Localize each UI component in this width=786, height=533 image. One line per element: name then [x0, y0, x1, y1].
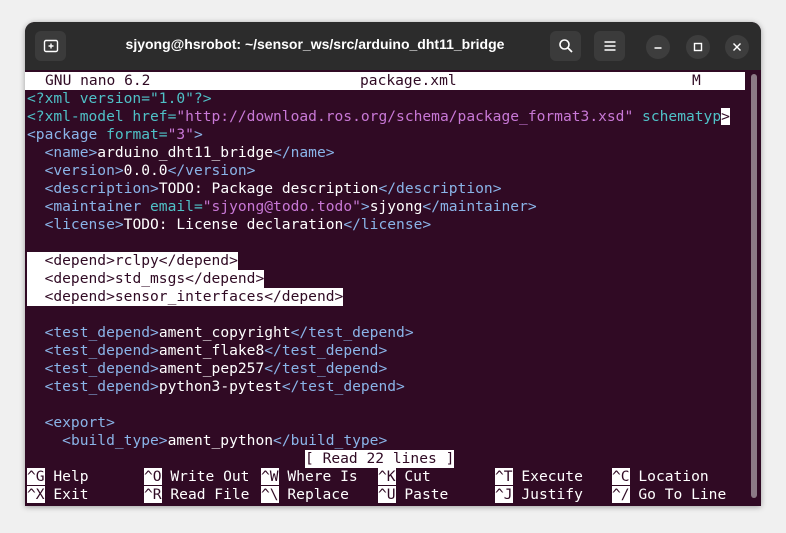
nano-filename: package.xml [360, 72, 457, 89]
menu-button[interactable] [594, 31, 625, 61]
close-icon [733, 43, 741, 51]
code-line-15[interactable]: <test_depend>ament_flake8</test_depend> [27, 342, 388, 360]
code-line-20[interactable]: <build_type>ament_python</build_type> [27, 432, 387, 450]
code-line-4[interactable]: <name>arduino_dht11_bridge</name> [27, 144, 335, 162]
maximize-icon [693, 42, 703, 52]
shortcut-go-to-line[interactable]: ^/ Go To Line [612, 486, 726, 504]
code-line-17[interactable]: <test_depend>python3-pytest</test_depend… [27, 378, 405, 396]
shortcut-read-file[interactable]: ^R Read File [144, 486, 249, 504]
nano-modified-flag: M [692, 72, 701, 89]
shortcut-where-is[interactable]: ^W Where Is [261, 468, 358, 486]
shortcut-execute[interactable]: ^T Execute [495, 468, 583, 486]
minimize-icon [654, 47, 662, 49]
code-line-16[interactable]: <test_depend>ament_pep257</test_depend> [27, 360, 388, 378]
shortcut-paste[interactable]: ^U Paste [378, 486, 448, 504]
code-line-8[interactable]: <license>TODO: License declaration</lice… [27, 216, 432, 234]
code-line-12-selected[interactable]: <depend>sensor_interfaces</depend> [27, 288, 344, 306]
close-button[interactable] [725, 35, 749, 59]
nano-status-message: [ Read 22 lines ] [305, 450, 455, 468]
code-line-14[interactable]: <test_depend>ament_copyright</test_depen… [27, 324, 414, 342]
code-line-19[interactable]: <export> [27, 414, 115, 432]
shortcut-replace[interactable]: ^\ Replace [261, 486, 349, 504]
new-tab-icon [43, 39, 58, 53]
hamburger-menu-icon [604, 41, 615, 51]
shortcut-justify[interactable]: ^J Justify [495, 486, 583, 504]
code-line-5[interactable]: <version>0.0.0</version> [27, 162, 256, 180]
nano-version: GNU nano 6.2 [45, 72, 151, 89]
shortcut-help[interactable]: ^G Help [27, 468, 89, 486]
code-line-7[interactable]: <maintainer email="sjyong@todo.todo">sjy… [27, 198, 537, 216]
text-cursor: > [721, 108, 730, 125]
new-tab-button[interactable] [35, 31, 66, 61]
search-icon [558, 39, 573, 53]
shortcut-write-out[interactable]: ^O Write Out [144, 468, 249, 486]
code-line-2[interactable]: <?xml-model href="http://download.ros.or… [27, 108, 730, 126]
shortcut-location[interactable]: ^C Location [612, 468, 709, 486]
terminal-area[interactable]: GNU nano 6.2 package.xml M <?xml version… [25, 70, 761, 506]
maximize-button[interactable] [686, 35, 710, 59]
search-button[interactable] [550, 31, 581, 61]
code-line-3[interactable]: <package format="3"> [27, 126, 203, 144]
shortcut-cut[interactable]: ^K Cut [378, 468, 431, 486]
nano-header-bar: GNU nano 6.2 package.xml M [25, 72, 745, 90]
scrollbar[interactable] [751, 74, 757, 498]
code-line-1[interactable]: <?xml version="1.0"?> [27, 90, 212, 108]
shortcut-exit[interactable]: ^X Exit [27, 486, 89, 504]
window-title: sjyong@hsrobot: ~/sensor_ws/src/arduino_… [125, 36, 505, 52]
code-line-11-selected[interactable]: <depend>std_msgs</depend> [27, 270, 265, 288]
code-line-6[interactable]: <description>TODO: Package description</… [27, 180, 502, 198]
minimize-button[interactable] [646, 35, 670, 59]
terminal-window: sjyong@hsrobot: ~/sensor_ws/src/arduino_… [25, 22, 761, 506]
title-bar[interactable]: sjyong@hsrobot: ~/sensor_ws/src/arduino_… [25, 22, 761, 70]
code-line-10-selected[interactable]: <depend>rclpy</depend> [27, 252, 238, 270]
